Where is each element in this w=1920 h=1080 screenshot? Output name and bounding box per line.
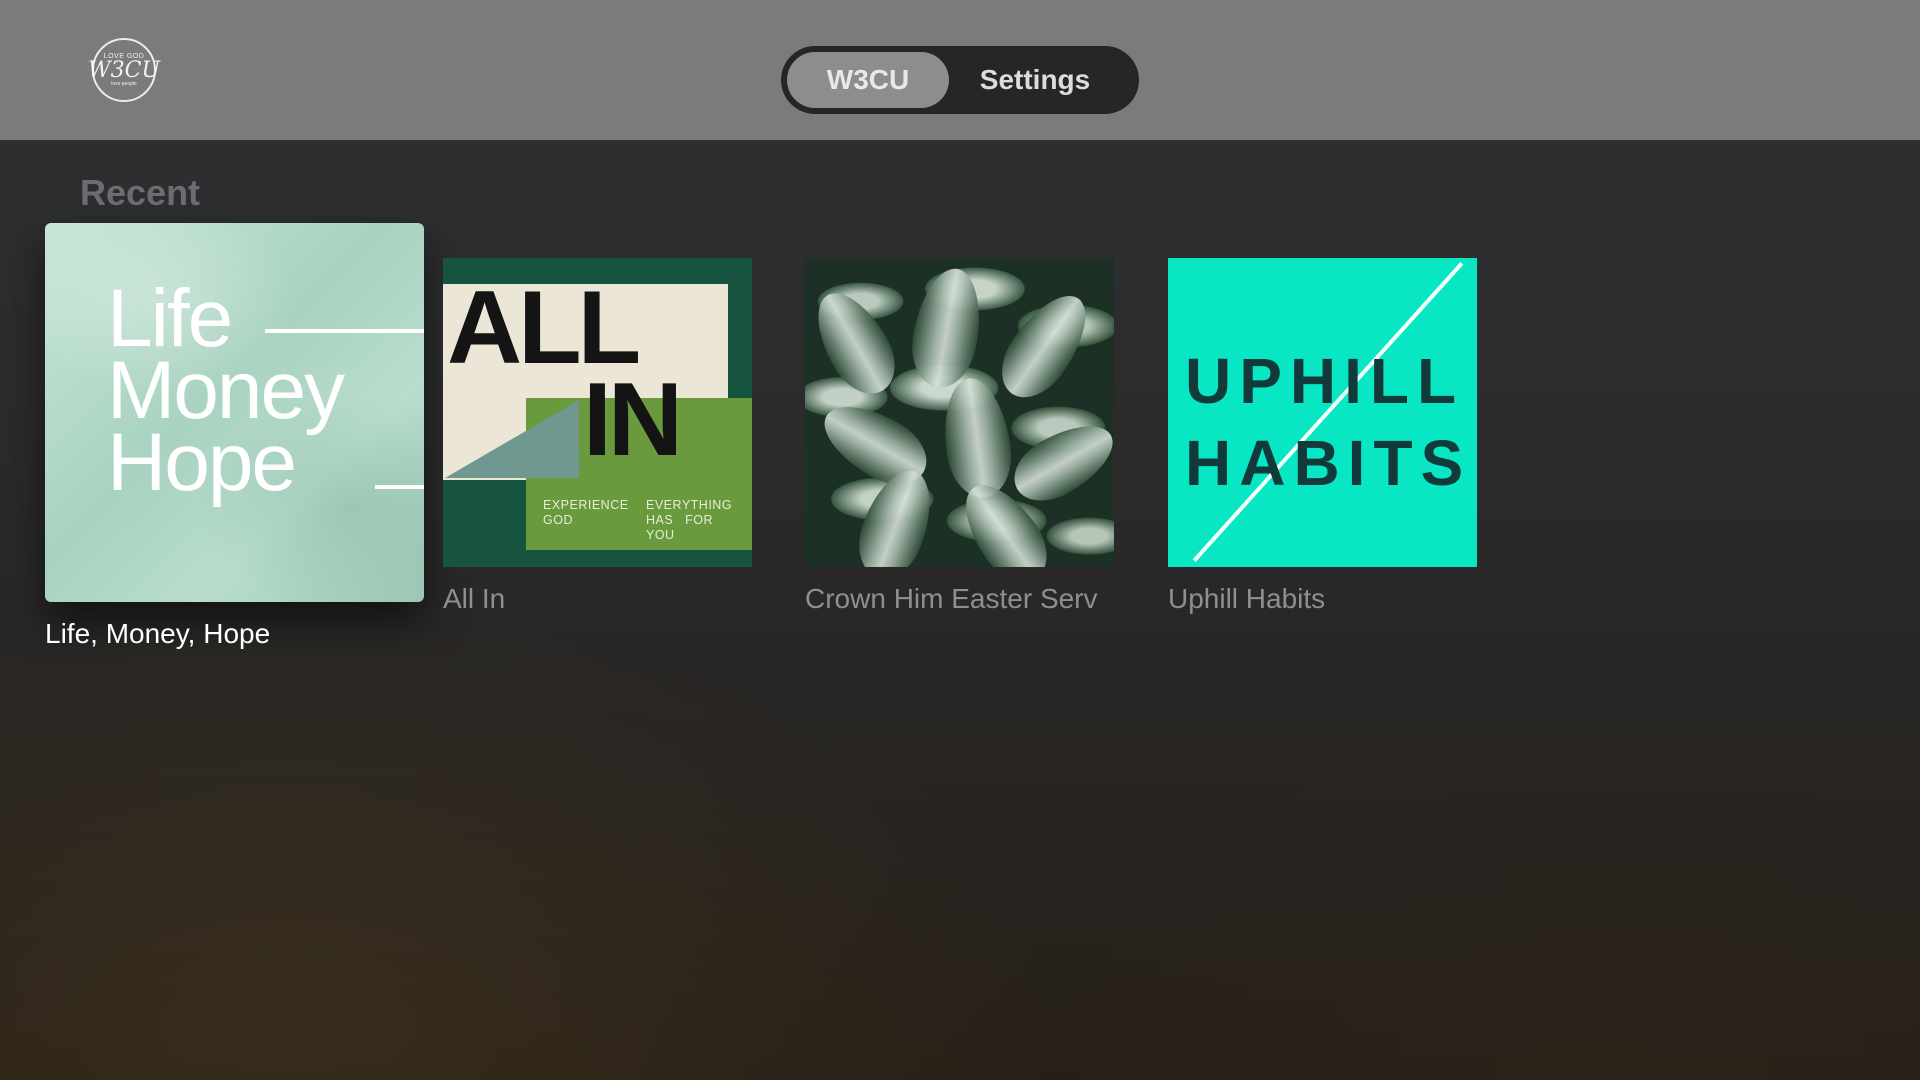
artwork-frame bbox=[375, 485, 424, 489]
leaves-photo bbox=[936, 374, 1018, 502]
w3cu-logo-icon: LOVE GOD W3CU love people bbox=[88, 38, 160, 102]
leaves-photo bbox=[847, 460, 945, 567]
poster-artwork-text: Life Money Hope bbox=[107, 278, 345, 508]
artwork-word-uphill: UPHILL bbox=[1185, 345, 1465, 417]
artwork-word-in: IN bbox=[583, 362, 683, 478]
top-tab-bar: W3CU Settings bbox=[781, 46, 1139, 114]
leaves-photo bbox=[1002, 409, 1114, 515]
poster-artwork-text: UPHILL HABITS bbox=[1185, 340, 1471, 504]
artwork-word-hope: Hope bbox=[107, 417, 297, 508]
tagline-word: HAS bbox=[646, 513, 674, 527]
tagline-word: HAS FOR YOU bbox=[646, 513, 743, 543]
artwork-tagline: EXPERIENCE EVERYTHING GOD HAS FOR YOU bbox=[543, 498, 743, 543]
poster-title: Crown Him Easter Serv bbox=[805, 583, 1098, 614]
leaves-photo bbox=[905, 263, 989, 393]
poster-title: Uphill Habits bbox=[1168, 583, 1326, 614]
leaves-photo bbox=[987, 281, 1103, 411]
tab-settings[interactable]: Settings bbox=[949, 52, 1121, 108]
poster-all-in[interactable]: ALL IN EXPERIENCE EVERYTHING GOD HAS FOR… bbox=[443, 258, 752, 567]
artwork-frame bbox=[265, 329, 424, 333]
tagline-word: YOU bbox=[646, 528, 675, 542]
tab-w3cu[interactable]: W3CU bbox=[787, 52, 949, 108]
tagline-word: EVERYTHING bbox=[646, 498, 733, 512]
poster-crown-him-easter[interactable] bbox=[805, 258, 1114, 567]
artwork-word-habits: HABITS bbox=[1185, 427, 1472, 499]
top-bar: LOVE GOD W3CU love people W3CU Settings bbox=[0, 0, 1920, 140]
poster-title: Life, Money, Hope bbox=[45, 618, 271, 649]
section-title-recent: Recent bbox=[80, 172, 201, 213]
tagline-word: GOD bbox=[543, 513, 573, 527]
logo-line-3: love people bbox=[111, 81, 137, 87]
tagline-word: EXPERIENCE bbox=[543, 498, 629, 512]
artwork-triangle bbox=[445, 400, 579, 478]
leaves-photo bbox=[805, 280, 909, 406]
poster-life-money-hope[interactable]: Life Money Hope bbox=[45, 223, 424, 602]
poster-title: All In bbox=[443, 583, 506, 614]
tagline-word: FOR bbox=[685, 513, 714, 527]
logo-line-2: W3CU bbox=[88, 58, 160, 83]
poster-uphill-habits[interactable]: UPHILL HABITS bbox=[1168, 258, 1477, 567]
